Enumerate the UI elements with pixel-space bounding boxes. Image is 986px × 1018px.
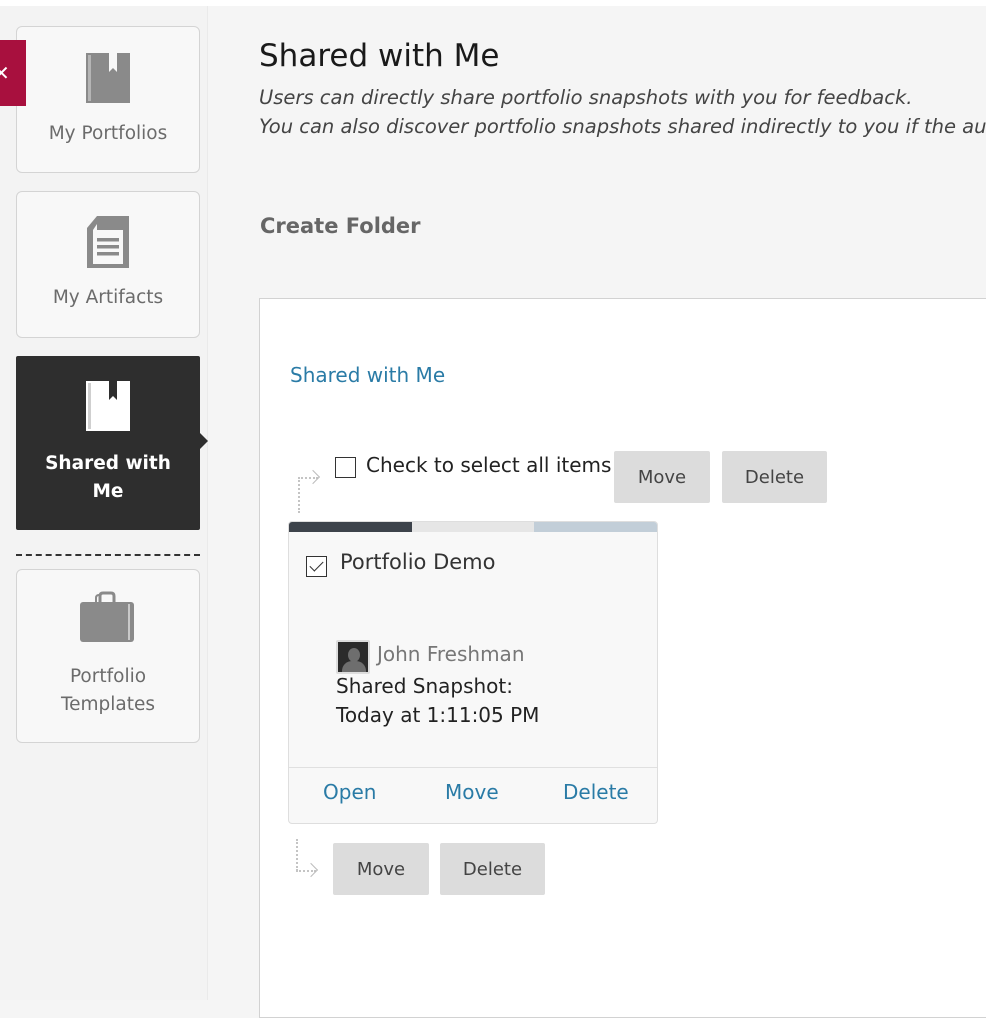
- move-button-bottom[interactable]: Move: [333, 843, 429, 895]
- briefcase-icon: [80, 591, 134, 642]
- move-button[interactable]: Move: [614, 451, 710, 503]
- card-actions: Open Move Delete: [289, 767, 657, 823]
- breadcrumb-shared-with-me[interactable]: Shared with Me: [290, 363, 445, 387]
- card-color-bar-segment: [534, 522, 657, 532]
- card-color-bar-segment: [289, 522, 412, 532]
- sidebar-item-label-line2: Templates: [60, 694, 156, 715]
- arrow-right-icon: [303, 862, 319, 878]
- arrow-right-icon: [305, 469, 321, 485]
- shared-snapshot-label: Shared Snapshot:: [336, 674, 514, 698]
- sidebar-item-label: Shared with: [45, 453, 171, 474]
- sidebar-item-label: My Artifacts: [52, 287, 164, 308]
- content-panel: Shared with Me Check to select all items…: [259, 298, 986, 1018]
- avatar: [336, 640, 370, 674]
- tree-connector: [298, 477, 300, 513]
- tree-connector: [296, 839, 298, 871]
- page-description-line2: You can also discover portfolio snapshot…: [259, 115, 986, 138]
- delete-button[interactable]: Delete: [722, 451, 827, 503]
- document-icon: [87, 216, 129, 268]
- card-title[interactable]: Portfolio Demo: [340, 550, 495, 574]
- close-icon: ✕: [0, 61, 10, 85]
- card-color-bar-segment: [412, 522, 534, 532]
- card-select-checkbox[interactable]: [306, 556, 327, 577]
- sidebar-item-label-line2: Me: [92, 481, 124, 502]
- delete-button-bottom[interactable]: Delete: [440, 843, 545, 895]
- sidebar: My Portfolios My Artifacts Shared with M…: [0, 6, 208, 1000]
- sidebar-divider: [16, 554, 200, 556]
- shared-book-icon: [86, 381, 130, 431]
- card-delete-button[interactable]: Delete: [563, 780, 629, 804]
- sidebar-item-my-artifacts[interactable]: My Artifacts: [16, 191, 200, 338]
- select-all-checkbox[interactable]: [335, 457, 356, 478]
- sidebar-item-portfolio-templates[interactable]: Portfolio Templates: [16, 569, 200, 743]
- sidebar-item-label: My Portfolios: [48, 123, 168, 144]
- user-silhouette-icon: [348, 648, 360, 662]
- select-all-label: Check to select all items: [366, 453, 612, 477]
- portfolio-book-icon: [86, 53, 130, 103]
- card-author: John Freshman: [377, 642, 525, 666]
- page-description-line1: Users can directly share portfolio snaps…: [259, 86, 913, 109]
- create-folder-button[interactable]: Create Folder: [260, 214, 421, 238]
- card-move-button[interactable]: Move: [445, 780, 499, 804]
- close-panel-button[interactable]: ✕: [0, 40, 26, 106]
- sidebar-item-my-portfolios[interactable]: My Portfolios: [16, 26, 200, 173]
- portfolio-card[interactable]: Portfolio Demo John Freshman Shared Snap…: [288, 521, 658, 824]
- page-title: Shared with Me: [259, 38, 500, 74]
- card-open-button[interactable]: Open: [323, 780, 376, 804]
- sidebar-item-shared-with-me[interactable]: Shared with Me: [16, 356, 208, 530]
- shared-snapshot-time: Today at 1:11:05 PM: [336, 703, 540, 727]
- sidebar-item-label: Portfolio: [69, 666, 147, 687]
- main-content: Shared with Me Users can directly share …: [209, 6, 986, 1018]
